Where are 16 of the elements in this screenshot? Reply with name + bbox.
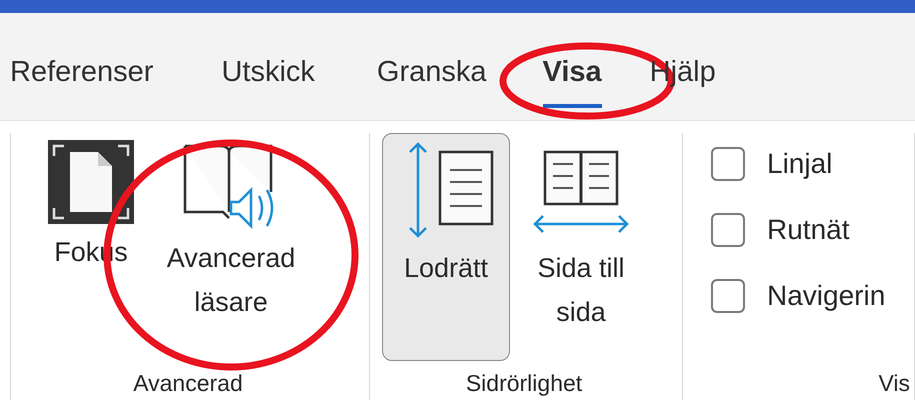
ribbon-tab[interactable]: Granska (376, 54, 487, 108)
checkbox-label: Navigerin (767, 280, 886, 312)
checkbox[interactable] (711, 213, 745, 247)
checkbox[interactable] (711, 279, 745, 313)
ribbon-button[interactable]: Sida till sida (522, 133, 640, 361)
ribbon-tab[interactable]: Utskick (221, 54, 315, 108)
checkbox[interactable] (711, 147, 745, 181)
checkbox-label: Rutnät (767, 214, 850, 246)
checkbox-label: Linjal (767, 148, 832, 180)
group-label: Sidrörlighet (466, 370, 582, 396)
group-label: Avancerad (133, 370, 243, 396)
ribbon-tab[interactable]: Referenser (10, 54, 154, 108)
ribbon-button[interactable]: Lodrätt (382, 133, 510, 361)
focus-page-icon (48, 140, 134, 224)
group-label: Vis (878, 370, 910, 396)
ribbon-button[interactable]: Avancerad läsare (151, 133, 311, 361)
